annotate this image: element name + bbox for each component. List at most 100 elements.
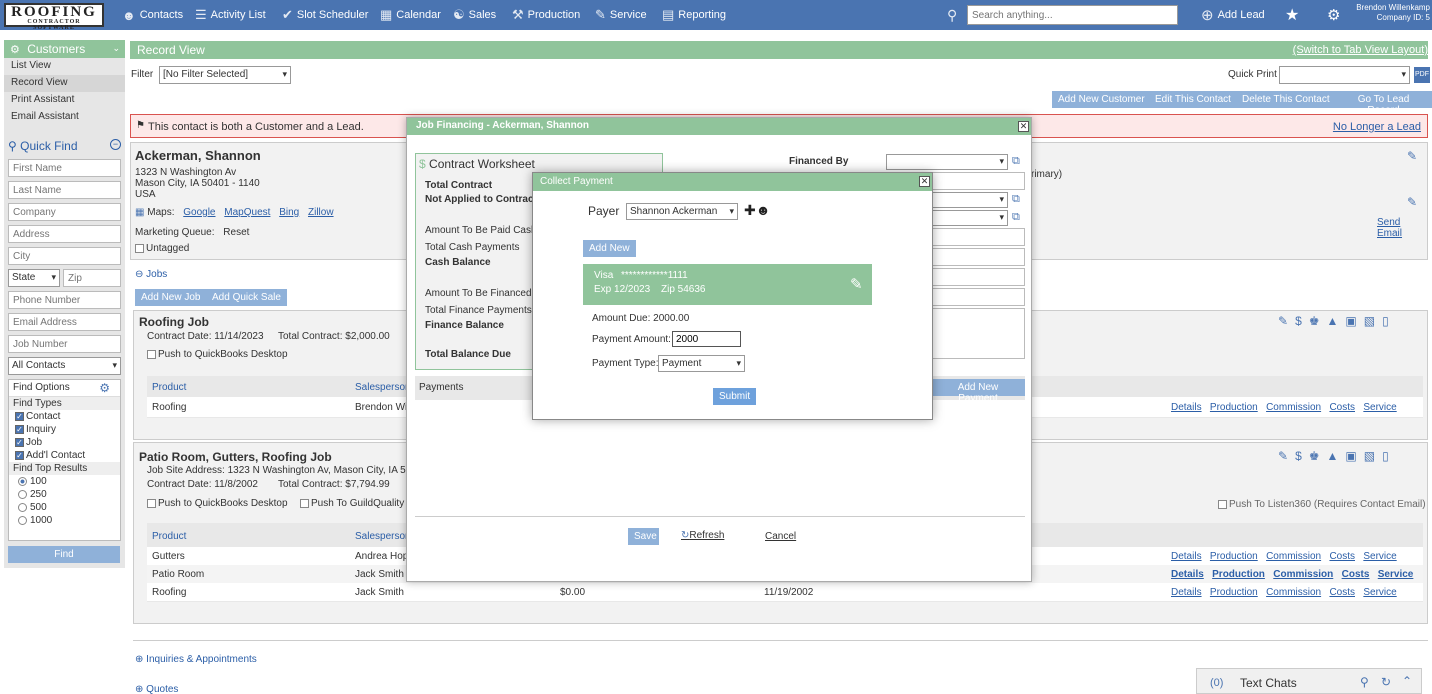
- result-100[interactable]: 100: [9, 475, 120, 488]
- commission-link[interactable]: Commission: [1273, 569, 1333, 580]
- user-settings-icon[interactable]: ⚙: [1327, 0, 1340, 30]
- company-input[interactable]: [8, 203, 121, 221]
- bing-link[interactable]: Bing: [279, 207, 299, 218]
- details-link[interactable]: Details: [1171, 551, 1202, 562]
- add-new-card-button[interactable]: Add New: [583, 240, 636, 257]
- commission-link[interactable]: Commission: [1266, 402, 1321, 413]
- user-info[interactable]: Brendon Willenkamp Company ID: 5: [1346, 3, 1430, 23]
- nav-sales[interactable]: ☯ Sales: [453, 0, 496, 30]
- submit-button[interactable]: Submit: [713, 388, 757, 405]
- type-addl-contact[interactable]: ✓ Add'l Contact: [9, 449, 120, 462]
- state-select[interactable]: State ▾: [8, 269, 60, 287]
- delete-icon[interactable]: ▯: [1382, 314, 1396, 328]
- text-chats-bar[interactable]: (0) Text Chats ⚲ ↻ ⌃: [1196, 668, 1422, 694]
- delete-icon[interactable]: ▯: [1382, 449, 1396, 463]
- details-link[interactable]: Details: [1171, 587, 1202, 598]
- sidebar-item-record-view[interactable]: Record View: [4, 75, 125, 92]
- briefcase-icon[interactable]: ▣: [1345, 449, 1363, 463]
- filter-select[interactable]: [No Filter Selected] ▾: [159, 66, 291, 84]
- edit-pencil-icon[interactable]: ✎: [1407, 149, 1417, 163]
- save-button[interactable]: Save: [628, 528, 659, 545]
- comment-icon[interactable]: ▧: [1364, 449, 1382, 463]
- paint-roller-icon[interactable]: ♚: [1309, 314, 1327, 328]
- nav-production[interactable]: ⚒ Production: [512, 0, 580, 30]
- details-link[interactable]: Details: [1171, 569, 1204, 580]
- sidebar-item-email-assistant[interactable]: Email Assistant: [4, 109, 125, 126]
- city-input[interactable]: [8, 247, 121, 265]
- nav-activity-list[interactable]: ☰ Activity List: [195, 0, 266, 30]
- untagged-row[interactable]: Untagged: [135, 243, 189, 254]
- google-map-link[interactable]: Google: [183, 207, 215, 218]
- commission-link[interactable]: Commission: [1266, 587, 1321, 598]
- cancel-link[interactable]: Cancel: [765, 531, 796, 542]
- push-guildquality[interactable]: Push To GuildQuality: [300, 498, 404, 509]
- result-250[interactable]: 250: [9, 488, 120, 501]
- payment-amount-input[interactable]: [672, 331, 741, 347]
- find-button[interactable]: Find: [8, 546, 120, 563]
- send-email-link[interactable]: Send Email: [1377, 217, 1427, 239]
- collapse-icon[interactable]: −: [110, 139, 121, 150]
- saved-card[interactable]: Visa ************1111 Exp 12/2023 Zip 54…: [583, 264, 872, 305]
- push-quickbooks[interactable]: Push to QuickBooks Desktop: [147, 498, 288, 509]
- financed-by-select[interactable]: ▾: [886, 154, 1008, 170]
- costs-link[interactable]: Costs: [1342, 569, 1370, 580]
- last-name-input[interactable]: [8, 181, 121, 199]
- nav-contacts[interactable]: ☻ Contacts: [122, 0, 183, 30]
- edit-pencil-icon[interactable]: ✎: [1278, 449, 1295, 463]
- service-link[interactable]: Service: [1363, 551, 1396, 562]
- delete-contact-button[interactable]: Delete This Contact: [1236, 91, 1336, 108]
- trash-icon[interactable]: ▲: [1327, 449, 1346, 463]
- push-quickbooks[interactable]: Push to QuickBooks Desktop: [147, 349, 288, 360]
- refresh-link[interactable]: ↻Refresh: [681, 530, 724, 541]
- add-lead-button[interactable]: ⊕ Add Lead: [1201, 0, 1265, 30]
- favorites-star-icon[interactable]: ★: [1285, 0, 1299, 30]
- service-link[interactable]: Service: [1378, 569, 1414, 580]
- edit-pencil-icon[interactable]: ✎: [1278, 314, 1295, 328]
- go-to-lead-button[interactable]: Go To Lead Record: [1335, 91, 1432, 116]
- search-icon[interactable]: ⚲: [1360, 675, 1369, 689]
- company-logo[interactable]: ROOFING CONTRACTOR SOFTWARE: [4, 3, 104, 31]
- production-link[interactable]: Production: [1210, 551, 1258, 562]
- zip-input[interactable]: [63, 269, 121, 287]
- job-number-input[interactable]: [8, 335, 121, 353]
- service-link[interactable]: Service: [1363, 402, 1396, 413]
- details-link[interactable]: Details: [1171, 402, 1202, 413]
- production-link[interactable]: Production: [1210, 402, 1258, 413]
- add-user-icon[interactable]: ✚☻: [744, 202, 770, 219]
- pdf-icon[interactable]: PDF: [1414, 67, 1430, 83]
- gear-icon[interactable]: ⚙: [99, 381, 110, 395]
- no-longer-lead-link[interactable]: No Longer a Lead: [1333, 121, 1421, 133]
- commission-link[interactable]: Commission: [1266, 551, 1321, 562]
- costs-link[interactable]: Costs: [1329, 551, 1355, 562]
- marketing-reset[interactable]: Reset: [223, 227, 249, 238]
- nav-reporting[interactable]: ▤ Reporting: [662, 0, 726, 30]
- type-job[interactable]: ✓ Job: [9, 436, 120, 449]
- search-input[interactable]: [967, 5, 1178, 25]
- type-inquiry[interactable]: ✓ Inquiry: [9, 423, 120, 436]
- quick-print-select[interactable]: ▾: [1279, 66, 1410, 84]
- sidebar-header[interactable]: ⚙ Customers ⌄: [4, 40, 125, 58]
- copy-icon[interactable]: ⧉: [1012, 155, 1020, 168]
- email-input[interactable]: [8, 313, 121, 331]
- trash-icon[interactable]: ▲: [1327, 314, 1346, 328]
- phone-input[interactable]: [8, 291, 121, 309]
- add-new-customer-button[interactable]: Add New Customer: [1052, 91, 1151, 108]
- dollar-icon[interactable]: $: [1295, 449, 1309, 463]
- address-input[interactable]: [8, 225, 121, 243]
- dollar-icon[interactable]: $: [1295, 314, 1309, 328]
- paint-roller-icon[interactable]: ♚: [1309, 449, 1327, 463]
- add-new-job-button[interactable]: Add New Job: [135, 289, 207, 306]
- briefcase-icon[interactable]: ▣: [1345, 314, 1363, 328]
- zillow-link[interactable]: Zillow: [308, 207, 334, 218]
- close-icon[interactable]: ✕: [1018, 121, 1029, 132]
- copy-icon[interactable]: ⧉: [1012, 193, 1020, 206]
- add-new-payment-button[interactable]: Add New Payment: [931, 379, 1025, 404]
- edit-contact-button[interactable]: Edit This Contact: [1149, 91, 1237, 108]
- nav-calendar[interactable]: ▦ Calendar: [380, 0, 441, 30]
- close-icon[interactable]: ✕: [919, 176, 930, 187]
- costs-link[interactable]: Costs: [1329, 402, 1355, 413]
- push-listen360[interactable]: Push To Listen360 (Requires Contact Emai…: [1218, 499, 1426, 510]
- search-icon[interactable]: ⚲: [947, 0, 957, 30]
- payment-type-select[interactable]: Payment ▾: [658, 355, 745, 372]
- first-name-input[interactable]: [8, 159, 121, 177]
